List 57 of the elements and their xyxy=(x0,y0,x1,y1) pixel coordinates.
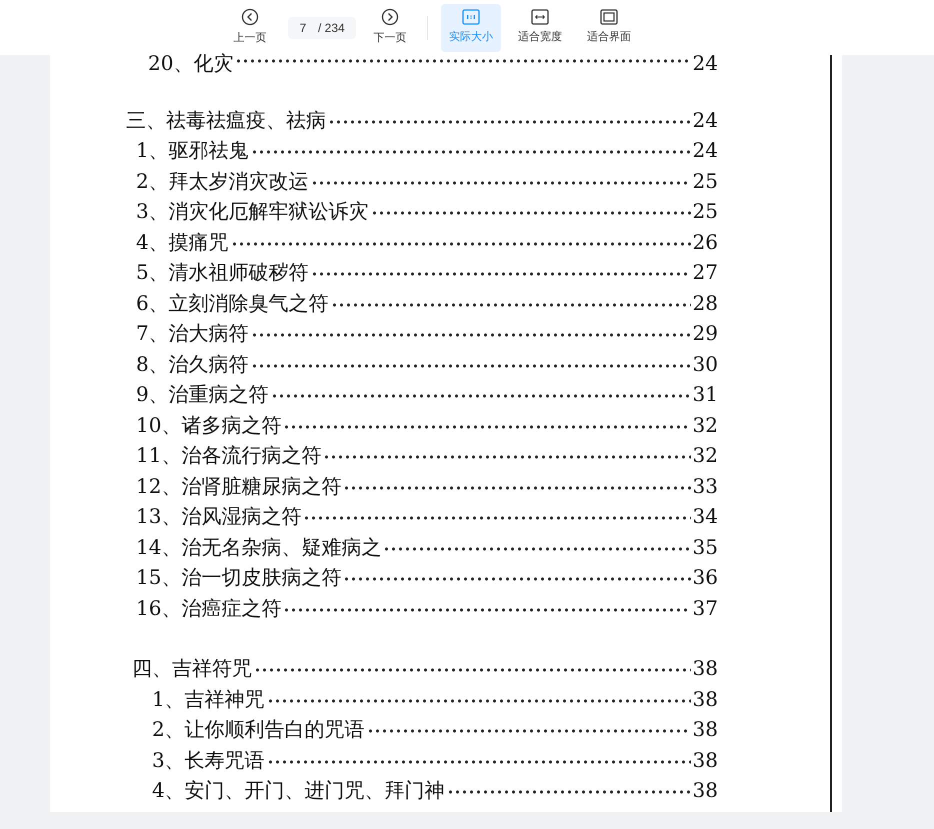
toc-entry-title: 10、诸多病之符 xyxy=(136,412,282,436)
toc-entry-title: 3、长寿咒语 xyxy=(152,748,265,772)
toc-page-number: 24 xyxy=(692,138,718,162)
toc-page-number: 25 xyxy=(692,168,718,192)
toc-entry-title: 11、治各流行病之符 xyxy=(136,443,322,467)
toc-entry-title: 12、治肾脏糖尿病之符 xyxy=(136,474,342,498)
toc-page-number: 38 xyxy=(692,686,718,710)
toc-page-number: 25 xyxy=(692,199,718,223)
toc-entry-title: 3、消灾化厄解牢狱讼诉灾 xyxy=(136,199,369,223)
toc-page-number: 30 xyxy=(692,352,718,376)
toc-entry-title: 6、立刻消除臭气之符 xyxy=(136,290,329,314)
toc-page-number: 35 xyxy=(692,534,718,558)
toc-page-number: 29 xyxy=(692,321,718,345)
toc-page-number: 38 xyxy=(692,717,718,741)
fit-button[interactable]: 适合界面 xyxy=(579,4,639,52)
page-number-field[interactable]: 7 / 234 xyxy=(288,16,356,38)
toc-entry-title: 2、拜太岁消灾改运 xyxy=(136,168,309,192)
toc-entry-title: 1、驱邪祛鬼 xyxy=(136,138,249,162)
toc-page-number: 26 xyxy=(692,230,718,254)
fit-page-icon xyxy=(600,9,618,26)
toc-page-number: 34 xyxy=(692,504,718,528)
next-icon xyxy=(381,8,399,26)
toc-entry-title: 9、治重病之符 xyxy=(136,382,269,406)
toc-entry-title: 1、吉祥神咒 xyxy=(152,686,265,710)
toc-entry-title: 8、治久病符 xyxy=(136,352,249,376)
toc-page-number: 37 xyxy=(692,596,718,620)
actual-size-icon xyxy=(462,9,480,26)
prev-button[interactable]: 上一页 xyxy=(226,4,274,52)
page-total: / 234 xyxy=(318,20,345,36)
toc-page-number: 38 xyxy=(692,656,718,680)
toc-entry-title: 4、安门、开门、进门咒、拜门神 xyxy=(152,778,445,802)
previous-icon xyxy=(241,8,259,26)
toc-entry-title: 三、祛毒祛瘟疫、祛病 xyxy=(126,108,326,132)
toc-entry-title: 20、化灾 xyxy=(148,55,234,71)
toc-page-number: 38 xyxy=(692,778,718,802)
toc-entry-title: 16、治癌症之符 xyxy=(136,596,282,620)
toc-entry-title: 14、治无名杂病、疑难病之 xyxy=(136,534,382,558)
width-button[interactable]: 适合宽度 xyxy=(510,4,570,52)
toc-page-number: 36 xyxy=(692,565,718,589)
toc-page-number: 31 xyxy=(692,382,718,406)
toc-page-number: 32 xyxy=(692,412,718,436)
toc-entry-title: 四、吉祥符咒 xyxy=(132,656,252,680)
toc-entry-title: 7、治大病符 xyxy=(136,321,249,345)
toc-page-number: 32 xyxy=(692,443,718,467)
toc-page-number: 33 xyxy=(692,474,718,498)
toc-entry-title: 13、治风湿病之符 xyxy=(136,504,302,528)
toc-entry-title: 4、摸痛咒 xyxy=(136,230,229,254)
fit-width-icon xyxy=(531,9,549,26)
toc-page-number: 24 xyxy=(692,108,718,132)
toc-page-number: 38 xyxy=(692,748,718,772)
toc-entry-title: 5、清水祖师破秽符 xyxy=(136,260,309,284)
toc-entry-title: 15、治一切皮肤病之符 xyxy=(136,565,342,589)
toc-page-number: 28 xyxy=(692,290,718,314)
toc-page-number: 24 xyxy=(692,55,718,71)
next-button[interactable]: 下一页 xyxy=(366,4,414,52)
toc-entry-title: 2、让你顺利告白的咒语 xyxy=(152,717,365,741)
toc-page-number: 27 xyxy=(692,260,718,284)
